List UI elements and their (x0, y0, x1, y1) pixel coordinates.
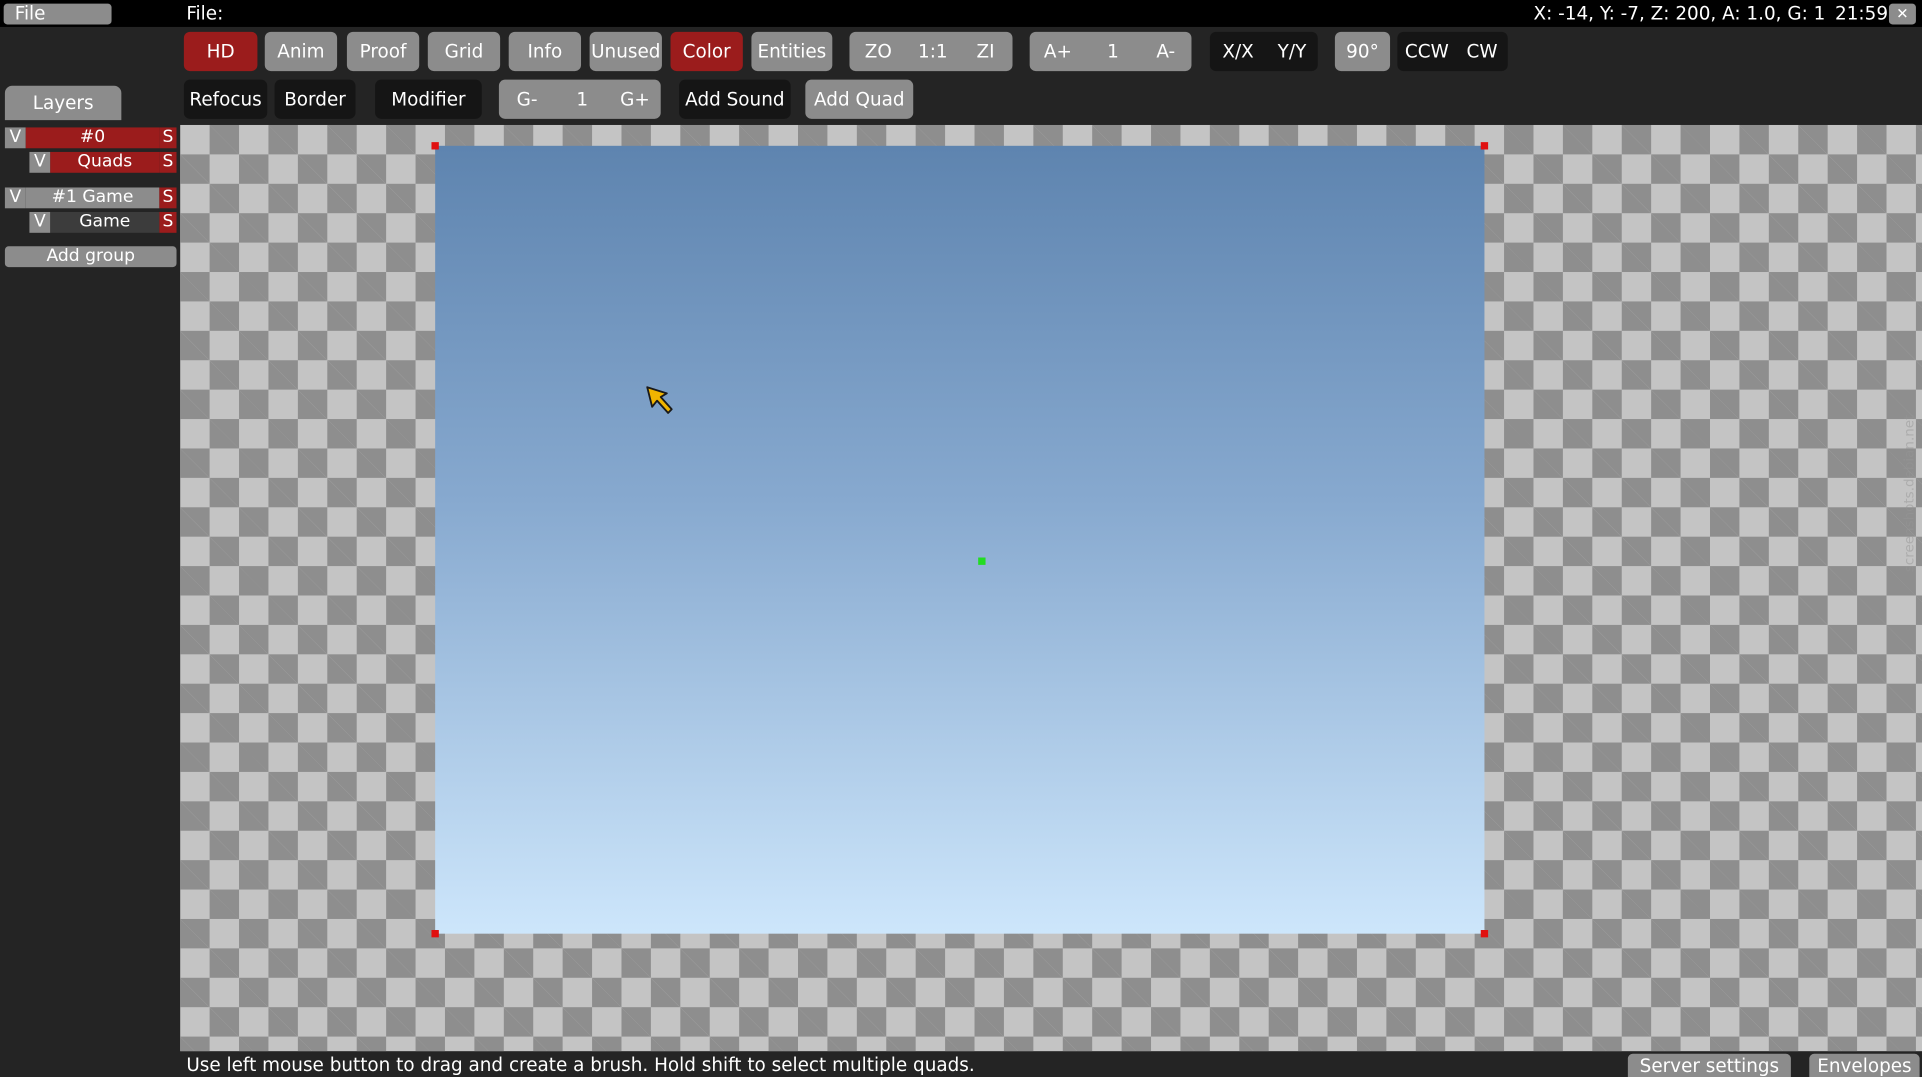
add-sound-button[interactable]: Add Sound (679, 79, 791, 119)
solo-toggle[interactable]: S (159, 211, 177, 233)
anim-speed-decrease-button[interactable]: A- (1140, 32, 1191, 71)
status-hint: Use left mouse button to drag and create… (186, 1053, 975, 1076)
color-toggle-button[interactable]: Color (670, 31, 743, 72)
grid-toggle-button[interactable]: Grid (427, 31, 501, 72)
envelopes-button[interactable]: Envelopes (1809, 1053, 1920, 1077)
group-row[interactable]: V #0 S (4, 127, 177, 149)
refocus-button[interactable]: Refocus (183, 79, 268, 119)
layers-tab[interactable]: Layers (4, 85, 122, 121)
flip-x-button[interactable]: X/X (1210, 32, 1266, 71)
layer-name[interactable]: Quads (50, 151, 160, 173)
zoom-group: ZO 1:1 ZI (849, 31, 1013, 72)
flip-y-button[interactable]: Y/Y (1266, 32, 1317, 71)
rotate-cw-button[interactable]: CW (1456, 32, 1507, 71)
mouse-cursor-icon (644, 384, 676, 416)
zoom-in-button[interactable]: ZI (959, 32, 1013, 71)
solo-toggle[interactable]: S (159, 127, 177, 149)
entities-toggle-button[interactable]: Entities (751, 31, 833, 72)
close-icon[interactable]: ✕ (1888, 3, 1916, 25)
layer-name[interactable]: Game (50, 211, 160, 233)
grid-factor-group: G- 1 G+ (498, 79, 661, 119)
layer-row[interactable]: V Quads S (29, 151, 177, 173)
clock: 21:59 (1835, 2, 1889, 25)
hd-toggle-button[interactable]: HD (183, 31, 258, 72)
grid-factor-increase-button[interactable]: G+ (609, 80, 660, 119)
flip-group: X/X Y/Y (1209, 31, 1318, 72)
quad-corner-handle[interactable] (1480, 930, 1489, 938)
server-settings-button[interactable]: Server settings (1627, 1053, 1791, 1077)
unused-toggle-button[interactable]: Unused (589, 31, 662, 72)
quad-corner-handle[interactable] (431, 930, 439, 938)
proof-toggle-button[interactable]: Proof (346, 31, 420, 72)
file-label: File: (186, 2, 224, 25)
rotate-group: CCW CW (1397, 31, 1508, 72)
anim-speed-group: A+ 1 A- (1029, 31, 1192, 72)
zoom-out-button[interactable]: ZO (849, 32, 907, 71)
quad[interactable] (435, 145, 1485, 934)
info-toggle-button[interactable]: Info (508, 31, 582, 72)
solo-toggle[interactable]: S (159, 151, 177, 173)
file-menu-button[interactable]: File (3, 3, 112, 25)
quad-corner-handle[interactable] (1480, 142, 1489, 150)
quad-corner-handle[interactable] (431, 142, 439, 150)
visibility-toggle[interactable]: V (29, 211, 51, 233)
add-group-button[interactable]: Add group (4, 246, 177, 268)
anim-speed-increase-button[interactable]: A+ (1030, 32, 1086, 71)
anim-toggle-button[interactable]: Anim (264, 31, 338, 72)
grid-factor-decrease-button[interactable]: G- (499, 80, 555, 119)
rotation-angle-field[interactable]: 90° (1334, 31, 1391, 72)
modifier-button[interactable]: Modifier (375, 79, 482, 119)
quad-pivot-handle[interactable] (978, 557, 986, 565)
zoom-reset-button[interactable]: 1:1 (907, 32, 958, 71)
visibility-toggle[interactable]: V (29, 151, 51, 173)
status-readout: X: -14, Y: -7, Z: 200, A: 1.0, G: 1 (1533, 2, 1826, 25)
rotate-ccw-button[interactable]: CCW (1397, 32, 1456, 71)
group-name[interactable]: #1 Game (25, 187, 160, 209)
group-name[interactable]: #0 (25, 127, 160, 149)
layer-row[interactable]: V Game S (29, 211, 177, 233)
solo-toggle[interactable]: S (159, 187, 177, 209)
visibility-toggle[interactable]: V (4, 127, 26, 149)
add-quad-button[interactable]: Add Quad (805, 79, 914, 119)
visibility-toggle[interactable]: V (4, 187, 26, 209)
anim-speed-value: 1 (1107, 40, 1119, 63)
border-button[interactable]: Border (274, 79, 356, 119)
group-row[interactable]: V #1 Game S (4, 187, 177, 209)
watermark: screenshots.debian.net (1901, 414, 1918, 573)
grid-factor-value: 1 (576, 88, 589, 111)
